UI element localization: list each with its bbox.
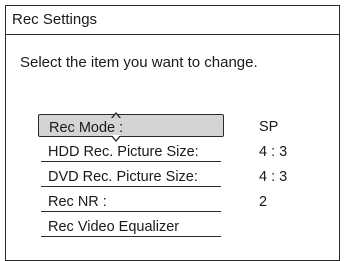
arrow-up-icon [111,112,121,119]
menu-item-dvd-picture-size[interactable]: DVD Rec. Picture Size: 4 : 3 [38,162,318,187]
menu-item-label: HDD Rec. Picture Size: [41,138,221,162]
menu-item-rec-video-equalizer[interactable]: Rec Video Equalizer [38,212,318,237]
menu-item-rec-mode[interactable]: Rec Mode : SP [38,112,318,142]
menu-item-value: 2 [259,194,268,210]
menu-item-label: DVD Rec. Picture Size: [41,163,221,187]
window-title: Rec Settings [12,11,98,28]
menu-item-label: Rec NR : [41,188,221,212]
settings-menu: Rec Mode : SP HDD Rec. Picture Size: 4 :… [38,112,318,237]
menu-item-label: Rec Video Equalizer [41,213,221,237]
menu-item-value: SP [259,119,279,135]
menu-item-value: 4 : 3 [259,144,288,160]
rec-settings-window: Rec Settings Select the item you want to… [5,5,340,261]
title-bar: Rec Settings [6,6,339,35]
menu-item-value: 4 : 3 [259,169,288,185]
menu-item-hdd-picture-size[interactable]: HDD Rec. Picture Size: 4 : 3 [38,137,318,162]
instruction-text: Select the item you want to change. [20,54,258,71]
menu-item-label: Rec Mode : [38,114,224,137]
menu-item-rec-nr[interactable]: Rec NR : 2 [38,187,318,212]
